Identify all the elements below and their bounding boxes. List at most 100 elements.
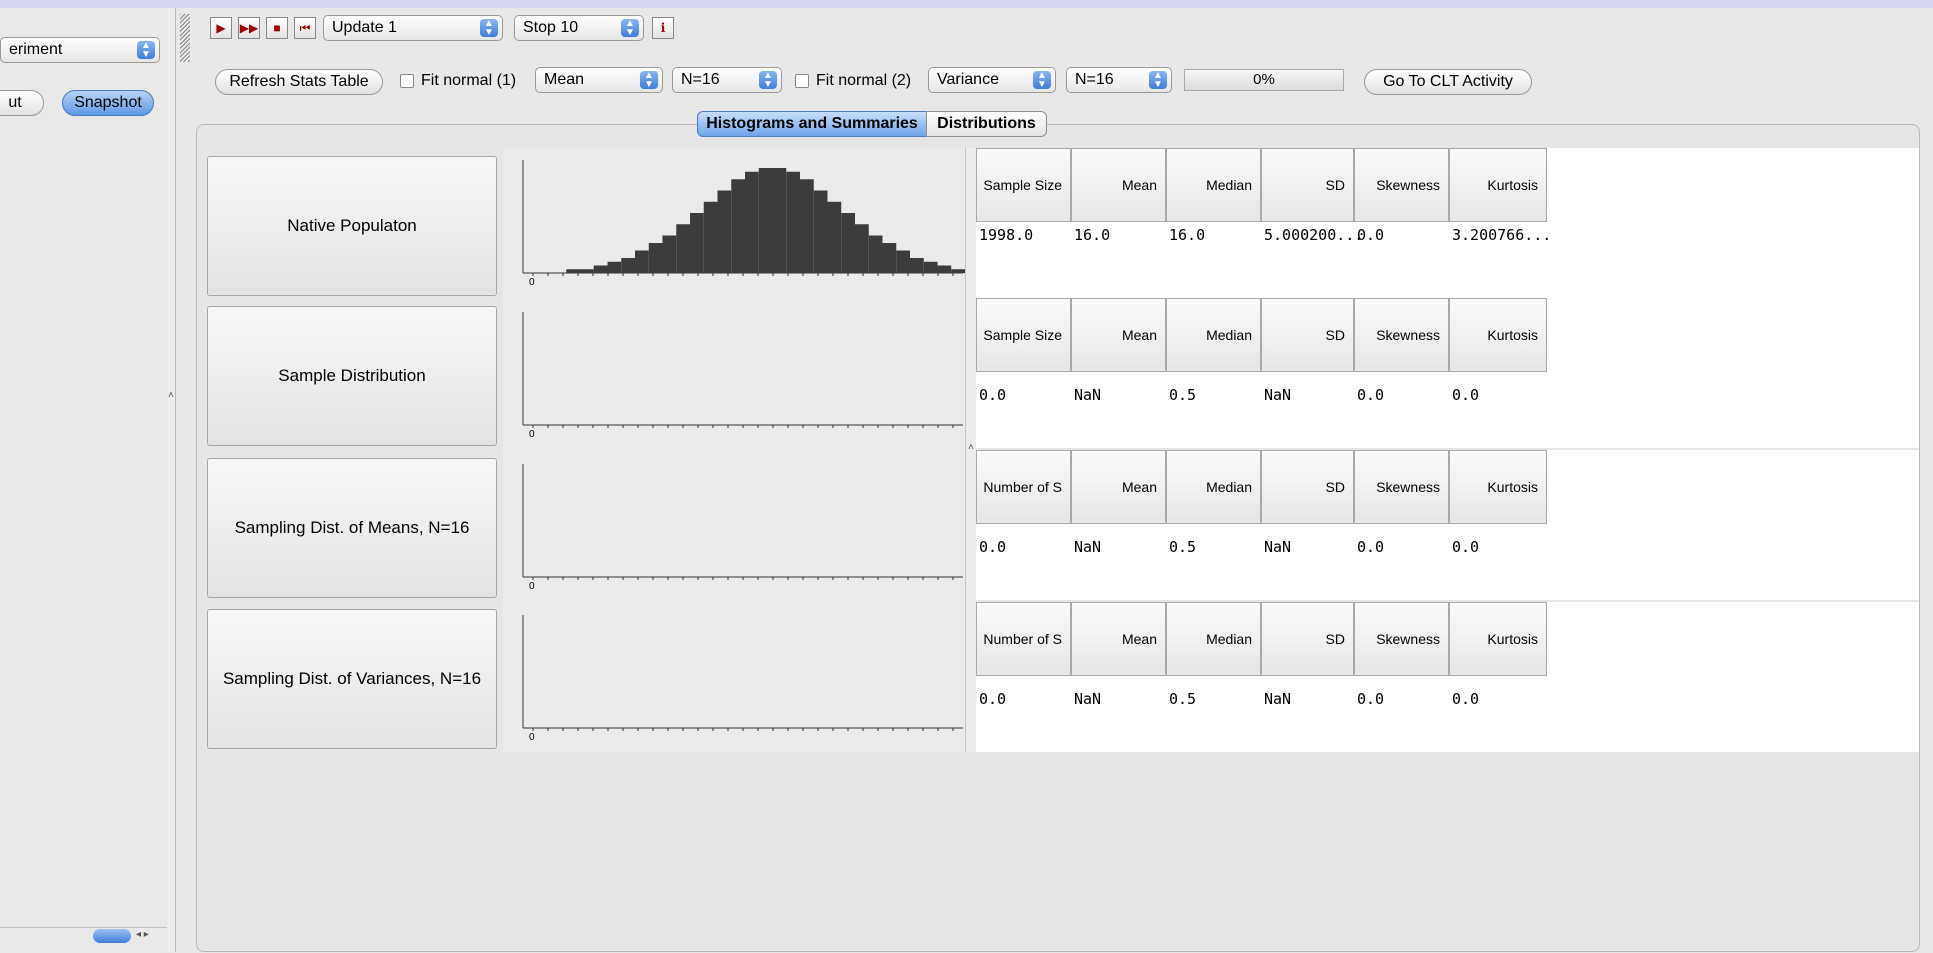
stats-column-header[interactable]: Median <box>1166 298 1261 372</box>
snapshot-button-label: Snapshot <box>74 94 142 111</box>
histogram-bar <box>566 269 580 273</box>
stats-column-header[interactable]: Skewness <box>1354 450 1449 524</box>
info-button[interactable]: i <box>652 17 674 39</box>
row-button-label: Native Populaton <box>287 216 417 235</box>
stat1-select[interactable]: Mean ▲ ▼ <box>535 67 663 93</box>
select-arrows-icon: ▲ ▼ <box>621 19 639 38</box>
n2-select[interactable]: N=16 ▲ ▼ <box>1066 67 1172 93</box>
update-select[interactable]: Update 1 ▲ ▼ <box>323 15 503 41</box>
sampling-means-button[interactable]: Sampling Dist. of Means, N=16 <box>207 458 497 598</box>
play-icon[interactable]: ▶ <box>210 17 232 39</box>
tab-label: Histograms and Summaries <box>706 115 918 132</box>
stats-column-header[interactable]: SD <box>1261 450 1354 524</box>
refresh-stats-label: Refresh Stats Table <box>229 73 369 90</box>
progress-text: 0% <box>1253 71 1275 88</box>
stats-cell: 0.5 <box>1169 538 1197 556</box>
fit-normal-2-checkbox[interactable] <box>795 74 809 88</box>
stop-select[interactable]: Stop 10 ▲ ▼ <box>514 15 644 41</box>
clt-activity-button[interactable]: Go To CLT Activity <box>1364 69 1532 95</box>
fit-normal-2-label: Fit normal (2) <box>816 72 912 89</box>
tab-histograms-summaries[interactable]: Histograms and Summaries <box>697 111 927 137</box>
stats-cell: 16.0 <box>1169 226 1206 244</box>
histogram-area: 0 0 0 0 <box>503 148 969 752</box>
select-arrows-icon: ▲ ▼ <box>1149 71 1167 90</box>
stats-cell: NaN <box>1074 690 1102 708</box>
about-button[interactable]: ut <box>0 90 44 116</box>
stats-column-header[interactable]: Mean <box>1071 450 1166 524</box>
stats-cell: 0.0 <box>1357 538 1385 556</box>
stats-cell: 0.0 <box>1452 690 1480 708</box>
stats-column-header[interactable]: Mean <box>1071 148 1166 222</box>
refresh-stats-button[interactable]: Refresh Stats Table <box>215 69 383 95</box>
x-axis-zero-label: 0 <box>529 581 535 592</box>
histogram-bar <box>910 258 924 273</box>
native-population-button[interactable]: Native Populaton <box>207 156 497 296</box>
histogram-bar <box>690 213 704 273</box>
split-divider-vertical[interactable]: ˄ <box>965 148 976 752</box>
stats-column-header[interactable]: Median <box>1166 602 1261 676</box>
n1-select[interactable]: N=16 ▲ ▼ <box>672 67 782 93</box>
histogram-bar <box>841 213 855 273</box>
stats-table: Sample Size Mean Median SD Skewness Kurtosis 0… <box>976 298 1919 448</box>
tab-distributions[interactable]: Distributions <box>926 111 1047 137</box>
histogram-bar <box>896 250 910 273</box>
fit-normal-1-label: Fit normal (1) <box>421 72 517 89</box>
row-button-label: Sampling Dist. of Variances, N=16 <box>222 669 482 688</box>
stats-column-header[interactable]: Mean <box>1071 602 1166 676</box>
toolbar-grip-icon[interactable] <box>180 14 190 62</box>
left-panel <box>0 8 168 952</box>
scroll-arrows-icon[interactable]: ◂ ▸ <box>136 929 149 940</box>
fit-normal-1-checkbox[interactable] <box>400 74 414 88</box>
stats-column-header[interactable]: Skewness <box>1354 602 1449 676</box>
histogram-bar <box>855 224 869 273</box>
stats-cell: NaN <box>1264 538 1292 556</box>
reset-icon[interactable]: ⏮ <box>294 17 316 39</box>
fast-forward-icon[interactable]: ▶▶ <box>238 17 260 39</box>
experiment-select[interactable]: eriment ▲ ▼ <box>0 37 160 63</box>
select-arrows-icon: ▲ ▼ <box>1033 71 1051 90</box>
stats-column-header[interactable]: Sample Size <box>976 298 1071 372</box>
stats-column-header[interactable]: Kurtosis <box>1449 298 1547 372</box>
stats-cell: NaN <box>1264 690 1292 708</box>
n2-select-label: N=16 <box>1075 71 1114 88</box>
stats-column-header[interactable]: SD <box>1261 602 1354 676</box>
histogram-bar <box>923 261 938 273</box>
divider-collapse-icon[interactable]: ˄ <box>168 390 174 401</box>
clt-activity-label: Go To CLT Activity <box>1383 73 1513 90</box>
divider-collapse-icon[interactable]: ˄ <box>968 442 974 453</box>
stat1-select-label: Mean <box>544 71 585 88</box>
scrollbar-thumb[interactable] <box>93 929 131 943</box>
stat2-select[interactable]: Variance ▲ ▼ <box>928 67 1056 93</box>
stats-column-header[interactable]: Sample Size <box>976 148 1071 222</box>
histogram-bar <box>745 171 759 273</box>
stop-icon[interactable]: ■ <box>266 17 288 39</box>
snapshot-button[interactable]: Snapshot <box>62 90 154 116</box>
stats-column-header[interactable]: Median <box>1166 148 1261 222</box>
about-button-label: ut <box>8 94 22 111</box>
stats-cell: 0.5 <box>1169 386 1197 404</box>
sampling-variances-button[interactable]: Sampling Dist. of Variances, N=16 <box>207 609 497 749</box>
stats-column-header[interactable]: Kurtosis <box>1449 450 1547 524</box>
experiment-select-label: eriment <box>9 41 63 58</box>
stats-cell: 0.0 <box>1357 690 1385 708</box>
stats-column-header[interactable]: Kurtosis <box>1449 148 1547 222</box>
histogram-bar <box>593 265 608 273</box>
sample-distribution-button[interactable]: Sample Distribution <box>207 306 497 446</box>
stats-column-header[interactable]: Skewness <box>1354 298 1449 372</box>
stats-column-header[interactable]: Median <box>1166 450 1261 524</box>
stats-column-header[interactable]: Number of S <box>976 450 1071 524</box>
stats-column-header[interactable]: SD <box>1261 148 1354 222</box>
stats-column-header[interactable]: SD <box>1261 298 1354 372</box>
split-divider-vertical[interactable]: ˄ <box>167 8 176 952</box>
stats-column-header[interactable]: Kurtosis <box>1449 602 1547 676</box>
row-button-label: Sampling Dist. of Means, N=16 <box>234 518 470 537</box>
stats-cell: 0.0 <box>979 690 1007 708</box>
stats-column-header[interactable]: Skewness <box>1354 148 1449 222</box>
stats-cell: 5.000200... <box>1264 226 1364 244</box>
tab-label: Distributions <box>937 115 1036 132</box>
stop-select-label: Stop 10 <box>523 19 579 36</box>
stats-column-header[interactable]: Number of S <box>976 602 1071 676</box>
stats-column-header[interactable]: Mean <box>1071 298 1166 372</box>
update-select-label: Update 1 <box>332 19 397 36</box>
stats-cell: 0.5 <box>1169 690 1197 708</box>
